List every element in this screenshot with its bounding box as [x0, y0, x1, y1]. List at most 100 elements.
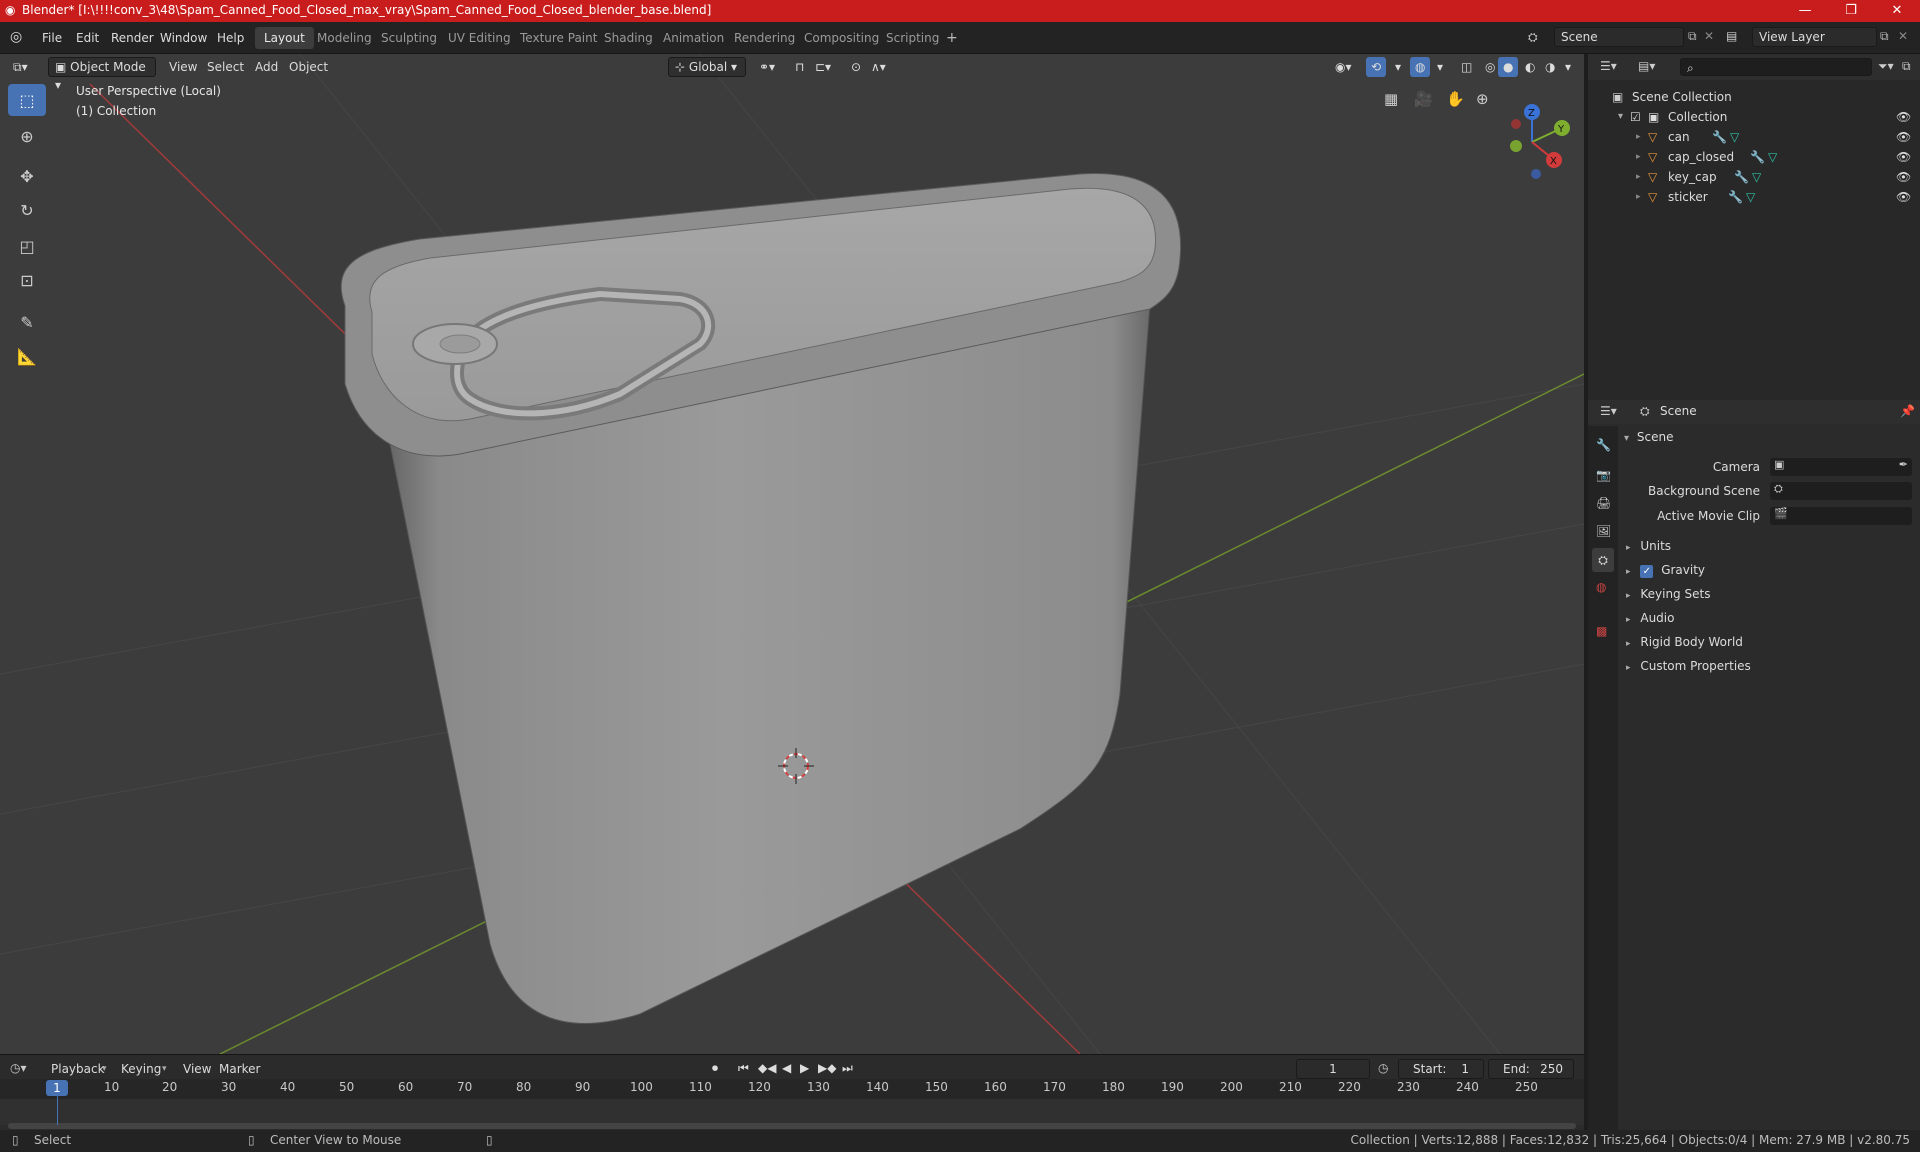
jump-to-start-icon[interactable]: ⏮: [738, 1061, 749, 1076]
menu-file[interactable]: File: [34, 29, 70, 47]
eye-icon[interactable]: 👁: [1896, 167, 1911, 187]
pin-icon[interactable]: 📌: [1900, 404, 1915, 418]
tab-sculpting[interactable]: Sculpting: [372, 27, 446, 49]
keying-sets-panel[interactable]: ▸ Keying Sets: [1620, 583, 1920, 605]
menu-view[interactable]: View: [164, 57, 202, 77]
modifier-wrench-icon[interactable]: 🔧: [1728, 187, 1743, 207]
modifier-wrench-icon[interactable]: 🔧: [1750, 147, 1765, 167]
outliner-row-collection[interactable]: ▾ ☑ ▣ Collection 👁: [1588, 107, 1920, 127]
proportional-edit-icon[interactable]: ⊙: [846, 57, 866, 77]
tab-compositing[interactable]: Compositing: [795, 27, 888, 49]
modifier-wrench-icon[interactable]: 🔧: [1734, 167, 1749, 187]
tab-animation[interactable]: Animation: [654, 27, 733, 49]
menu-object[interactable]: Object: [284, 57, 333, 77]
expand-chevron-icon[interactable]: ▸: [1636, 187, 1641, 207]
mesh-data-icon[interactable]: ▽: [1730, 127, 1739, 147]
eye-icon[interactable]: 👁: [1896, 187, 1911, 207]
expand-chevron-icon[interactable]: ▾: [1618, 107, 1623, 127]
menu-add[interactable]: Add: [250, 57, 283, 77]
end-frame-field[interactable]: End: 250: [1488, 1059, 1574, 1079]
menu-window[interactable]: Window: [152, 29, 215, 47]
select-box-tool[interactable]: ⬚: [8, 84, 46, 116]
view-layer-field[interactable]: View Layer: [1752, 27, 1877, 47]
menu-playback[interactable]: Playback: [46, 1059, 110, 1079]
menu-marker[interactable]: Marker: [214, 1059, 265, 1079]
snap-icon[interactable]: ⊓: [790, 57, 809, 77]
shading-dropdown-icon[interactable]: ▾: [1560, 57, 1576, 77]
render-tab-icon[interactable]: 📷: [1596, 468, 1611, 482]
play-reverse-icon[interactable]: ◀: [782, 1061, 791, 1075]
toggle-camera-grid-icon[interactable]: ▦: [1384, 90, 1398, 108]
next-keyframe-icon[interactable]: ▶◆: [818, 1061, 836, 1075]
measure-tool[interactable]: 📐: [8, 340, 46, 372]
timeline-scrollbar[interactable]: [8, 1123, 1576, 1129]
eye-icon[interactable]: 👁: [1896, 147, 1911, 167]
menu-edit[interactable]: Edit: [68, 29, 107, 47]
overlay-toggle-icon[interactable]: ◍: [1410, 57, 1431, 77]
timeline-editor-type-icon[interactable]: ◷▾: [10, 1061, 27, 1075]
outliner-row-scene-collection[interactable]: ▣ Scene Collection: [1588, 87, 1920, 107]
previous-keyframe-icon[interactable]: ◆◀: [758, 1061, 776, 1075]
eye-icon[interactable]: 👁: [1896, 127, 1911, 147]
outliner-row-object[interactable]: ▸ ▽ sticker 🔧 ▽ 👁: [1588, 187, 1920, 207]
move-tool[interactable]: ✥: [8, 160, 46, 192]
custom-properties-panel[interactable]: ▸ Custom Properties: [1620, 655, 1920, 677]
tab-rendering[interactable]: Rendering: [725, 27, 804, 49]
cursor-tool[interactable]: ⊕: [8, 120, 46, 152]
close-button[interactable]: ✕: [1874, 0, 1920, 22]
menu-select[interactable]: Select: [202, 57, 249, 77]
tab-scripting[interactable]: Scripting: [877, 27, 948, 49]
tab-shading[interactable]: Shading: [595, 27, 662, 49]
navigation-gizmo[interactable]: Z Y X: [1490, 88, 1580, 184]
gravity-panel[interactable]: ▸ ✓ Gravity: [1620, 559, 1920, 581]
annotate-tool[interactable]: ✎: [8, 306, 46, 338]
menu-keying[interactable]: Keying: [116, 1059, 166, 1079]
gravity-checkbox[interactable]: ✓: [1640, 565, 1654, 578]
expand-chevron-icon[interactable]: ▸: [1636, 147, 1641, 167]
mesh-data-icon[interactable]: ▽: [1746, 187, 1755, 207]
editor-type-icon[interactable]: ⧉▾: [8, 57, 33, 77]
play-icon[interactable]: ▶: [800, 1061, 809, 1075]
delete-scene-icon[interactable]: ✕: [1704, 29, 1714, 43]
menu-help[interactable]: Help: [209, 29, 252, 47]
rotate-tool[interactable]: ↻: [8, 194, 46, 226]
transform-tool[interactable]: ⊡: [8, 264, 46, 296]
tab-texture-paint[interactable]: Texture Paint: [511, 27, 606, 49]
gizmo-toggle-icon[interactable]: ⟲: [1366, 57, 1387, 77]
camera-field[interactable]: ▣ ✒: [1770, 458, 1912, 476]
menu-view[interactable]: View: [178, 1059, 216, 1079]
visibility-icon[interactable]: ◉▾: [1330, 57, 1357, 77]
active-movie-clip-field[interactable]: 🎬: [1770, 507, 1912, 525]
properties-editor-type-icon[interactable]: ☰▾: [1600, 404, 1617, 418]
modifier-wrench-icon[interactable]: 🔧: [1712, 127, 1727, 147]
tab-modeling[interactable]: Modeling: [308, 27, 381, 49]
falloff-icon[interactable]: ∧▾: [866, 57, 891, 77]
eyedropper-icon[interactable]: ✒: [1899, 458, 1908, 471]
blender-menu-icon[interactable]: ◎: [10, 29, 22, 45]
new-scene-icon[interactable]: ⧉: [1688, 29, 1697, 44]
keyframe-area[interactable]: [0, 1099, 1584, 1125]
outliner-row-object[interactable]: ▸ ▽ cap_closed 🔧 ▽ 👁: [1588, 147, 1920, 167]
current-frame-field[interactable]: 1: [1296, 1059, 1370, 1079]
scene-field[interactable]: Scene: [1554, 27, 1684, 47]
outliner-row-object[interactable]: ▸ ▽ can 🔧 ▽ 👁: [1588, 127, 1920, 147]
audio-panel[interactable]: ▸ Audio: [1620, 607, 1920, 629]
tab-layout[interactable]: Layout: [255, 27, 314, 49]
eye-icon[interactable]: 👁: [1896, 107, 1911, 127]
texture-tab-icon[interactable]: ▩: [1596, 624, 1607, 638]
snap-target-icon[interactable]: ⊏▾: [810, 57, 836, 77]
expand-chevron-icon[interactable]: ▸: [1636, 127, 1641, 147]
rigid-body-world-panel[interactable]: ▸ Rigid Body World: [1620, 631, 1920, 653]
display-mode-icon[interactable]: ▤▾: [1638, 59, 1655, 73]
minimize-button[interactable]: —: [1782, 0, 1828, 22]
scene-panel-header[interactable]: ▾ Scene: [1620, 426, 1920, 448]
scale-tool[interactable]: ◰: [8, 230, 46, 262]
new-collection-icon[interactable]: ⧉: [1902, 59, 1911, 74]
expand-chevron-icon[interactable]: ▸: [1636, 167, 1641, 187]
rendered-shading-icon[interactable]: ◑: [1540, 57, 1560, 77]
pivot-point-icon[interactable]: ⚭▾: [754, 57, 780, 77]
scene-selector-icon[interactable]: ⛭: [1528, 30, 1538, 45]
world-tab-icon[interactable]: ◍: [1596, 580, 1606, 594]
start-frame-field[interactable]: Start: 1: [1398, 1059, 1484, 1079]
background-scene-field[interactable]: ⛭: [1770, 482, 1912, 500]
